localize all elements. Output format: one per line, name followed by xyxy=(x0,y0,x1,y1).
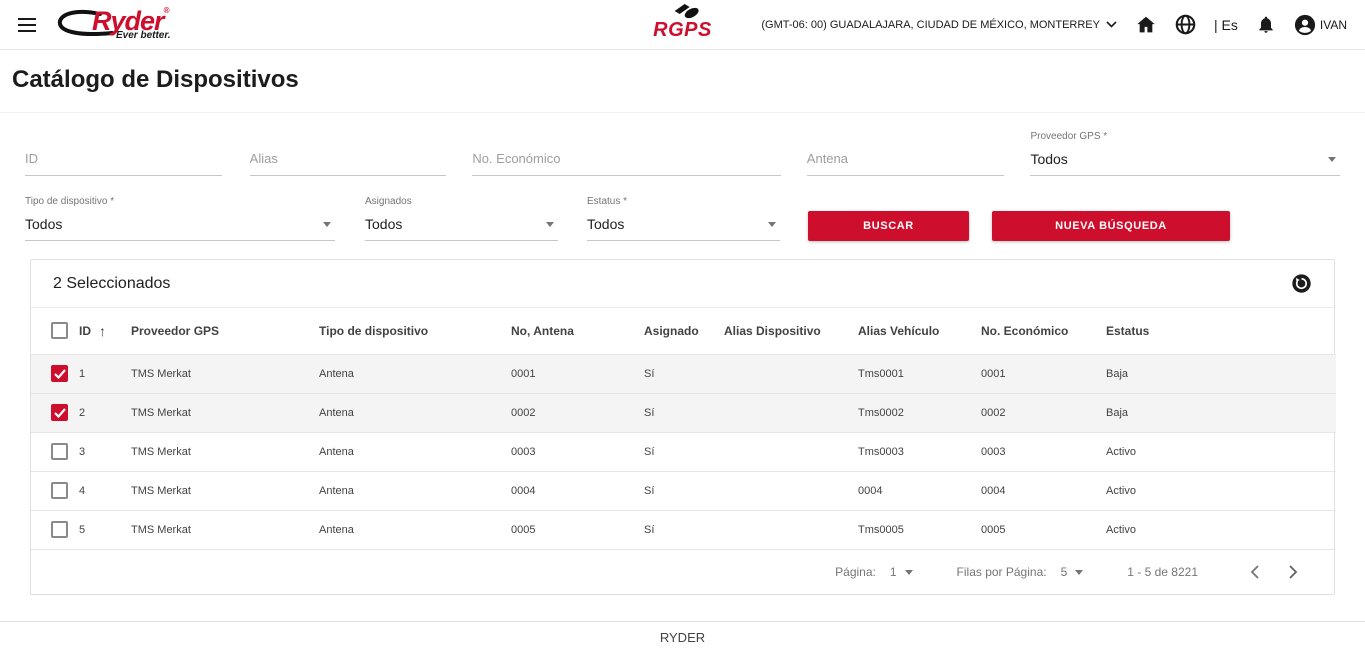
language-label[interactable]: | Es xyxy=(1214,17,1238,33)
asignados-select[interactable]: Todos xyxy=(365,213,558,241)
chevron-left-icon xyxy=(1250,565,1259,579)
pagination-bar: Página: 1 Filas por Página: 5 1 - 5 de 8… xyxy=(31,549,1334,594)
page-select[interactable]: 1 xyxy=(890,565,913,579)
rgps-logo-text: RGPS xyxy=(653,19,712,41)
user-menu[interactable]: IVAN xyxy=(1294,14,1347,36)
column-header-no-economico[interactable]: No. Económico xyxy=(981,308,1106,354)
dropdown-arrow-icon xyxy=(1327,156,1336,162)
asignados-label: Asignados xyxy=(365,196,412,207)
dropdown-arrow-icon xyxy=(1075,569,1084,575)
buscar-button[interactable]: BUSCAR xyxy=(808,211,969,241)
proveedor-gps-label: Proveedor GPS * xyxy=(1030,131,1108,142)
rgps-logo: RGPS xyxy=(653,4,712,42)
no-economico-field-wrap xyxy=(472,144,781,176)
table-header-row: ID ↑ Proveedor GPS Tipo de dispositivo No… xyxy=(31,308,1336,354)
user-name: IVAN xyxy=(1319,17,1347,32)
antena-input[interactable] xyxy=(806,151,1004,166)
tipo-dispositivo-select[interactable]: Todos xyxy=(25,213,335,241)
row-checkbox[interactable] xyxy=(51,521,68,539)
column-header-estatus[interactable]: Estatus xyxy=(1106,308,1336,354)
dropdown-arrow-icon xyxy=(768,221,776,227)
select-all-checkbox[interactable] xyxy=(51,322,68,340)
selected-count: 2 Seleccionados xyxy=(53,274,171,292)
bell-icon xyxy=(1259,16,1273,33)
row-checkbox[interactable] xyxy=(51,365,68,382)
column-header-alias-vehiculo[interactable]: Alias Vehículo xyxy=(858,308,981,354)
estatus-label: Estatus * xyxy=(587,196,628,207)
avatar-icon xyxy=(1294,14,1315,35)
filter-panel: Proveedor GPS * Todos Tipo de dispositiv… xyxy=(0,113,1365,241)
column-header-proveedor-gps[interactable]: Proveedor GPS xyxy=(131,308,319,354)
home-icon xyxy=(1137,16,1155,32)
dropdown-arrow-icon xyxy=(546,221,554,227)
table-row[interactable]: 5 TMS Merkat Antena 0005 Sí Tms0005 0005 Ac… xyxy=(31,510,1336,549)
page-title: Catálogo de Dispositivos xyxy=(12,66,299,93)
column-header-tipo-dispositivo[interactable]: Tipo de dispositivo xyxy=(319,308,511,354)
no-economico-input[interactable] xyxy=(472,151,781,166)
proveedor-gps-select[interactable]: Todos xyxy=(1030,148,1340,176)
satellite-icon xyxy=(674,4,699,19)
app-bar: Ryder® Ever better. RGPS (GMT-06: 00) GU… xyxy=(0,0,1365,50)
menu-icon[interactable] xyxy=(18,17,36,32)
table-row[interactable]: 3 TMS Merkat Antena 0003 Sí Tms0003 0003 Ac… xyxy=(31,432,1336,471)
language-button[interactable] xyxy=(1175,14,1196,35)
table-row[interactable]: 1 TMS Merkat Antena 0001 Sí Tms0001 0001 Ba… xyxy=(31,354,1336,393)
row-checkbox[interactable] xyxy=(51,443,68,460)
refresh-button[interactable] xyxy=(1291,273,1312,294)
id-field-wrap xyxy=(25,144,222,176)
home-button[interactable] xyxy=(1135,14,1157,36)
table-row[interactable]: 2 TMS Merkat Antena 0002 Sí Tms0002 0002 Ba… xyxy=(31,393,1336,432)
column-header-id[interactable]: ID ↑ xyxy=(79,308,131,354)
antena-field-wrap xyxy=(806,144,1004,176)
ryder-logo: Ryder® Ever better. xyxy=(54,5,204,45)
pagination-range: 1 - 5 de 8221 xyxy=(1127,565,1198,579)
table-row[interactable]: 4 TMS Merkat Antena 0004 Sí 0004 0004 Activ… xyxy=(31,471,1336,510)
alias-input[interactable] xyxy=(249,151,447,166)
estatus-select-wrap: Estatus * Todos xyxy=(587,196,780,241)
rows-per-page-label: Filas por Página: xyxy=(956,565,1047,579)
column-header-alias-dispositivo[interactable]: Alias Dispositivo xyxy=(724,308,858,354)
estatus-select[interactable]: Todos xyxy=(587,213,780,241)
chevron-down-icon xyxy=(1106,21,1117,28)
sort-asc-icon: ↑ xyxy=(99,322,106,339)
ryder-tagline: Ever better. xyxy=(116,29,171,41)
devices-table: ID ↑ Proveedor GPS Tipo de dispositivo No… xyxy=(31,308,1336,549)
dropdown-arrow-icon xyxy=(904,569,913,575)
asignados-select-wrap: Asignados Todos xyxy=(365,196,558,241)
tipo-dispositivo-label: Tipo de dispositivo * xyxy=(25,196,115,207)
column-header-asignado[interactable]: Asignado xyxy=(644,308,724,354)
proveedor-gps-select-wrap: Proveedor GPS * Todos xyxy=(1030,131,1340,176)
timezone-selector[interactable]: (GMT-06: 00) GUADALAJARA, CIUDAD DE MÉXI… xyxy=(761,19,1117,31)
tipo-dispositivo-select-wrap: Tipo de dispositivo * Todos xyxy=(25,196,335,241)
footer-brand: RYDER xyxy=(659,630,706,645)
row-checkbox[interactable] xyxy=(51,482,68,499)
page-footer: RYDER xyxy=(0,621,1365,656)
page-label: Página: xyxy=(835,565,876,579)
notifications-button[interactable] xyxy=(1256,14,1276,35)
refresh-icon xyxy=(1292,274,1311,293)
column-header-no-antena[interactable]: No, Antena xyxy=(511,308,644,354)
next-page-button[interactable] xyxy=(1281,565,1306,579)
timezone-text: (GMT-06: 00) GUADALAJARA, CIUDAD DE MÉXI… xyxy=(761,18,1100,31)
rows-per-page-select[interactable]: 5 xyxy=(1061,565,1084,579)
id-input[interactable] xyxy=(25,151,222,166)
chevron-right-icon xyxy=(1289,565,1298,579)
table-toolbar: 2 Seleccionados xyxy=(31,260,1334,308)
globe-icon xyxy=(1175,14,1196,35)
dropdown-arrow-icon xyxy=(323,221,331,227)
nueva-busqueda-button[interactable]: NUEVA BÚSQUEDA xyxy=(992,211,1230,241)
devices-table-card: 2 Seleccionados ID ↑ Proveedor GPS Tipo … xyxy=(30,259,1336,595)
row-checkbox[interactable] xyxy=(51,404,68,421)
alias-field-wrap xyxy=(249,144,447,176)
page-header: Catálogo de Dispositivos xyxy=(0,50,1365,113)
previous-page-button[interactable] xyxy=(1242,565,1267,579)
